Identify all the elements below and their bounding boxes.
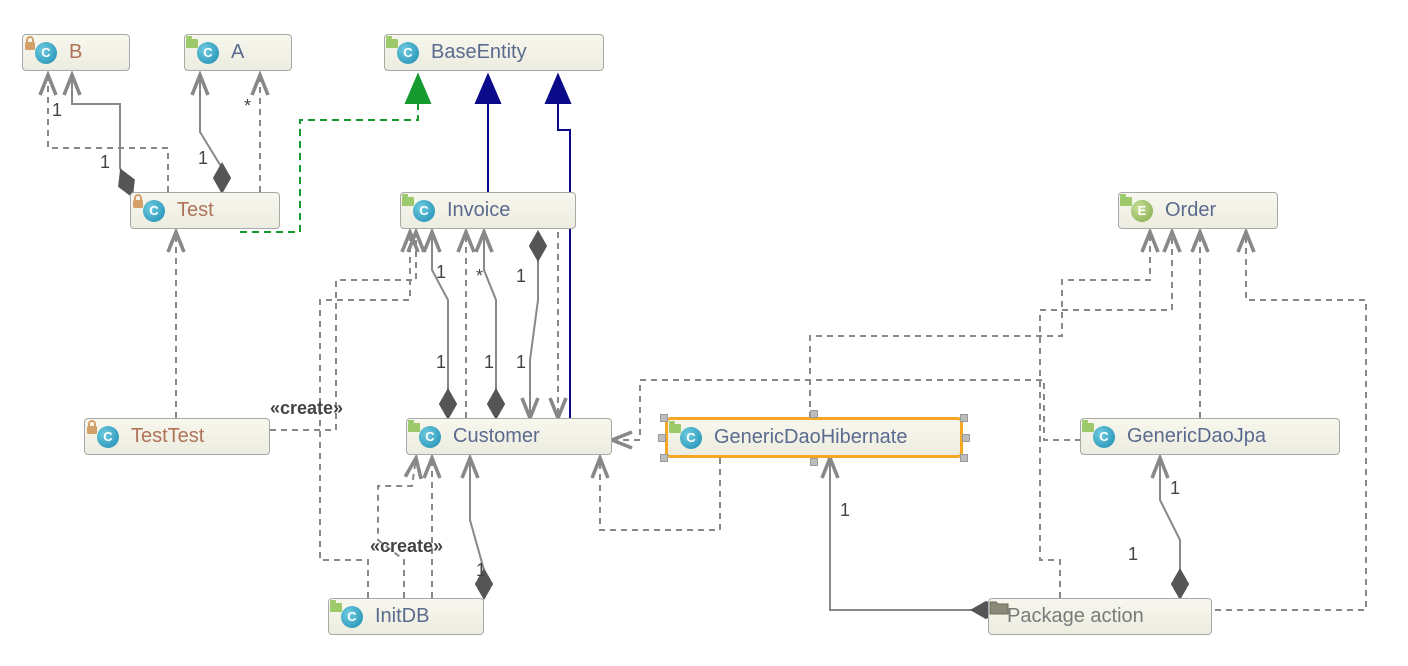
class-b[interactable]: CB bbox=[22, 34, 130, 71]
selection-handle[interactable] bbox=[810, 458, 818, 466]
class-label: Customer bbox=[453, 425, 540, 448]
class-icon: C bbox=[680, 427, 702, 449]
mult-star-b: * bbox=[476, 266, 483, 287]
class-a[interactable]: CA bbox=[184, 34, 292, 71]
class-order[interactable]: E Order bbox=[1118, 192, 1278, 229]
edge-customer-baseentity bbox=[558, 75, 570, 418]
selection-handle[interactable] bbox=[810, 410, 818, 418]
mult-1-j: 1 bbox=[840, 500, 850, 521]
stereotype-create-b: «create» bbox=[370, 536, 443, 557]
class-label: TestTest bbox=[131, 425, 204, 448]
class-customer[interactable]: C Customer bbox=[406, 418, 612, 455]
class-icon: C bbox=[341, 606, 363, 628]
stereotype-create-a: «create» bbox=[270, 398, 343, 419]
class-genericdaohibernate[interactable]: C GenericDaoHibernate bbox=[666, 418, 962, 457]
mult-1-d: 1 bbox=[436, 262, 446, 283]
class-label: A bbox=[231, 41, 244, 64]
mult-1-g: 1 bbox=[484, 352, 494, 373]
mult-1-h: 1 bbox=[516, 352, 526, 373]
class-label: GenericDaoJpa bbox=[1127, 425, 1266, 448]
class-label: Test bbox=[177, 199, 214, 222]
edge-pkg-order2 bbox=[1040, 232, 1172, 598]
class-label: B bbox=[69, 41, 82, 64]
edge-test-b-comp bbox=[72, 75, 132, 196]
class-label: GenericDaoHibernate bbox=[714, 426, 907, 449]
edge-gdh-customer bbox=[600, 458, 720, 530]
class-label: InitDB bbox=[375, 605, 429, 628]
class-icon: C bbox=[419, 426, 441, 448]
class-genericdaojpa[interactable]: C GenericDaoJpa bbox=[1080, 418, 1340, 455]
mult-star-a: * bbox=[244, 96, 251, 117]
class-icon: C bbox=[97, 426, 119, 448]
edge-gdh-order bbox=[810, 232, 1150, 418]
class-packageaction[interactable]: Package action bbox=[988, 598, 1212, 635]
selection-handle[interactable] bbox=[960, 414, 968, 422]
mult-1-b: 1 bbox=[100, 152, 110, 173]
class-invoice[interactable]: C Invoice bbox=[400, 192, 576, 229]
class-label: BaseEntity bbox=[431, 41, 527, 64]
edge-invoice-customer-comp bbox=[530, 232, 538, 418]
mult-1-f: 1 bbox=[436, 352, 446, 373]
selection-handle[interactable] bbox=[962, 434, 970, 442]
class-icon: C bbox=[1093, 426, 1115, 448]
edge-pkg-gdh bbox=[830, 458, 1000, 610]
class-icon: C bbox=[413, 200, 435, 222]
mult-1-i: 1 bbox=[476, 560, 486, 581]
class-icon: C bbox=[143, 200, 165, 222]
class-testtest[interactable]: C TestTest bbox=[84, 418, 270, 455]
mult-1-l: 1 bbox=[1170, 478, 1180, 499]
class-icon: C bbox=[197, 42, 219, 64]
class-label: Package action bbox=[1007, 605, 1144, 628]
class-label: Order bbox=[1165, 199, 1216, 222]
edge-customer-invoice-comp2 bbox=[484, 232, 496, 418]
class-icon: C bbox=[397, 42, 419, 64]
enum-icon: E bbox=[1131, 200, 1153, 222]
selection-handle[interactable] bbox=[660, 454, 668, 462]
mult-1-c: 1 bbox=[198, 148, 208, 169]
mult-1-k: 1 bbox=[1128, 544, 1138, 565]
connectors bbox=[0, 0, 1408, 666]
edge-test-a-comp bbox=[200, 75, 222, 192]
selection-handle[interactable] bbox=[660, 414, 668, 422]
selection-handle[interactable] bbox=[960, 454, 968, 462]
class-baseentity[interactable]: C BaseEntity bbox=[384, 34, 604, 71]
edge-customer-invoice-comp1 bbox=[432, 232, 448, 418]
class-initdb[interactable]: C InitDB bbox=[328, 598, 484, 635]
edge-initdb-customer-dep2 bbox=[378, 458, 416, 598]
edge-test-b-dep bbox=[48, 75, 168, 192]
class-label: Invoice bbox=[447, 199, 510, 222]
class-test[interactable]: C Test bbox=[130, 192, 280, 229]
mult-1-e: 1 bbox=[516, 266, 526, 287]
selection-handle[interactable] bbox=[658, 434, 666, 442]
class-icon: C bbox=[35, 42, 57, 64]
mult-1-a: 1 bbox=[52, 100, 62, 121]
